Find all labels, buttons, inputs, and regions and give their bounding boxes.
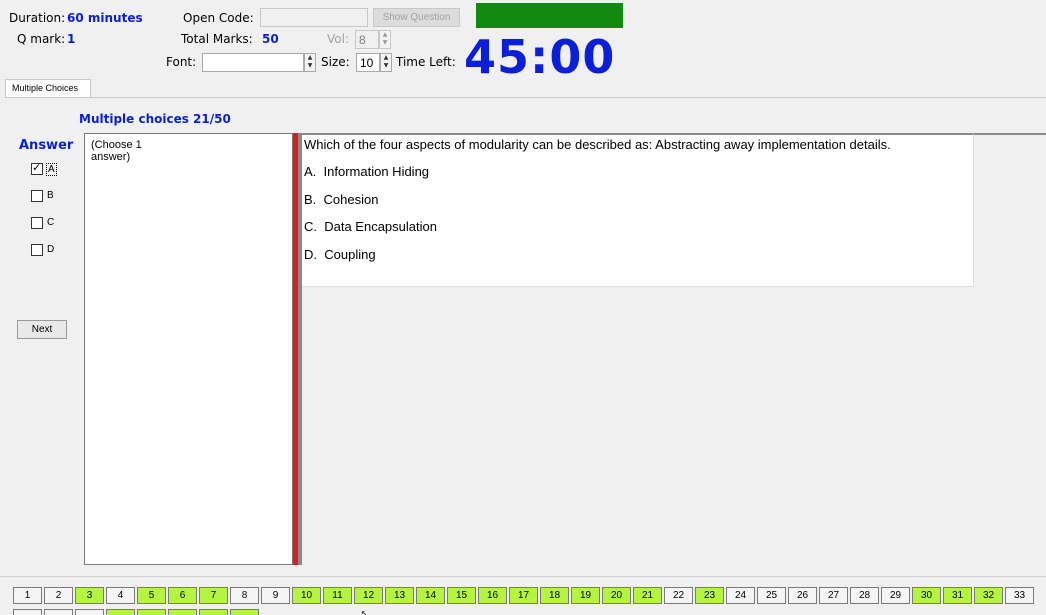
question-nav-button[interactable] [199, 609, 228, 615]
q-mark-label: Q mark: [17, 32, 66, 46]
duration-label: Duration: [9, 11, 66, 25]
question-nav-button[interactable]: 32 [974, 587, 1003, 604]
font-spinner[interactable]: ▲ ▼ [304, 53, 316, 72]
question-nav-button[interactable]: 20 [602, 587, 631, 604]
question-option-letter: D. [304, 247, 317, 262]
question-nav-button[interactable] [168, 609, 197, 615]
answer-checkbox-d[interactable] [31, 244, 43, 256]
question-option-a: A. Information Hiding [304, 164, 429, 179]
question-navigator-row-2 [13, 609, 259, 615]
answer-label-a: A [46, 163, 57, 176]
question-pane: Which of the four aspects of modularity … [302, 133, 974, 287]
question-option-letter: B. [304, 192, 317, 207]
question-text: Which of the four aspects of modularity … [304, 137, 891, 152]
question-option-text: Cohesion [323, 192, 379, 207]
question-nav-button[interactable] [75, 609, 104, 615]
volume-spinner[interactable]: ▲ ▼ [379, 30, 391, 49]
timer-status-bar [476, 3, 623, 28]
time-left-value: 45:00 [464, 30, 616, 84]
question-option-d: D. Coupling [304, 247, 376, 262]
question-nav-button[interactable] [106, 609, 135, 615]
question-option-c: C. Data Encapsulation [304, 219, 437, 234]
question-option-text: Information Hiding [323, 164, 430, 179]
font-input[interactable] [202, 53, 304, 72]
question-nav-button[interactable]: 10 [292, 587, 321, 604]
instruction-text: (Choose 1 answer) [91, 139, 142, 163]
duration-value: 60 minutes [67, 11, 143, 25]
question-nav-button[interactable]: 31 [943, 587, 972, 604]
answer-label-b: B [47, 190, 54, 201]
question-nav-button[interactable]: 1 [13, 587, 42, 604]
question-nav-button[interactable]: 30 [912, 587, 941, 604]
question-nav-button[interactable]: 5 [137, 587, 166, 604]
question-nav-button[interactable]: 13 [385, 587, 414, 604]
question-nav-button[interactable] [230, 609, 259, 615]
question-option-text: Data Encapsulation [324, 219, 437, 234]
tab-divider [5, 97, 1046, 98]
question-nav-button[interactable]: 2 [44, 587, 73, 604]
question-nav-button[interactable]: 9 [261, 587, 290, 604]
pane-top-border [974, 133, 1046, 135]
size-input[interactable] [356, 53, 380, 72]
tab-multiple-choices[interactable]: Multiple Choices [5, 79, 91, 98]
question-nav-button[interactable]: 3 [75, 587, 104, 604]
question-nav-button[interactable]: 22 [664, 587, 693, 604]
mouse-cursor-icon: ↖ [361, 609, 368, 615]
vol-label: Vol: [327, 32, 349, 46]
question-nav-button[interactable]: 12 [354, 587, 383, 604]
question-nav-button[interactable]: 19 [571, 587, 600, 604]
question-nav-button[interactable] [13, 609, 42, 615]
answer-checkbox-a[interactable] [31, 161, 43, 175]
question-nav-button[interactable]: 18 [540, 587, 569, 604]
answer-checkbox-b[interactable] [31, 190, 43, 202]
question-nav-button[interactable]: 6 [168, 587, 197, 604]
question-nav-button[interactable]: 14 [416, 587, 445, 604]
question-nav-button[interactable]: 24 [726, 587, 755, 604]
question-nav-button[interactable]: 16 [478, 587, 507, 604]
question-nav-button[interactable]: 11 [323, 587, 352, 604]
show-question-button[interactable]: Show Question [373, 8, 460, 27]
question-nav-button[interactable]: 17 [509, 587, 538, 604]
total-marks-label: Total Marks: [181, 32, 253, 46]
size-spinner[interactable]: ▲ ▼ [380, 53, 392, 72]
volume-input[interactable] [355, 30, 379, 49]
next-button[interactable]: Next [17, 320, 67, 339]
section-title: Multiple choices 21/50 [79, 112, 231, 126]
total-marks-value: 50 [262, 32, 279, 46]
size-label: Size: [321, 55, 350, 69]
question-nav-button[interactable]: 23 [695, 587, 724, 604]
question-option-letter: C. [304, 219, 317, 234]
question-nav-button[interactable] [44, 609, 73, 615]
instruction-pane: (Choose 1 answer) [84, 133, 293, 565]
answer-checkbox-c[interactable] [31, 217, 43, 229]
time-left-label: Time Left: [396, 55, 456, 69]
question-nav-button[interactable]: 29 [881, 587, 910, 604]
question-navigator: 1 2 3 4 5 6 7 8 9 10 11 12 13 14 15 16 17 18 19 20 21 22 23 24 2… [13, 587, 1034, 604]
open-code-label: Open Code: [183, 11, 254, 25]
question-option-b: B. Cohesion [304, 192, 378, 207]
open-code-input[interactable] [260, 8, 368, 27]
question-nav-button[interactable]: 15 [447, 587, 476, 604]
answer-heading: Answer [19, 138, 74, 153]
font-label: Font: [166, 55, 197, 69]
question-nav-button[interactable]: 33 [1005, 587, 1034, 604]
question-nav-button[interactable]: 8 [230, 587, 259, 604]
question-nav-button[interactable] [137, 609, 166, 615]
question-nav-button[interactable]: 7 [199, 587, 228, 604]
question-nav-button[interactable]: 28 [850, 587, 879, 604]
q-mark-value: 1 [67, 32, 76, 46]
question-nav-button[interactable]: 27 [819, 587, 848, 604]
question-option-text: Coupling [324, 247, 376, 262]
question-nav-button[interactable]: 26 [788, 587, 817, 604]
question-option-letter: A. [304, 164, 317, 179]
question-nav-button[interactable]: 25 [757, 587, 786, 604]
answer-label-c: C [47, 217, 55, 228]
navigator-divider [0, 576, 1046, 577]
question-nav-button[interactable]: 21 [633, 587, 662, 604]
question-nav-button[interactable]: 4 [106, 587, 135, 604]
answer-label-d: D [47, 244, 55, 255]
